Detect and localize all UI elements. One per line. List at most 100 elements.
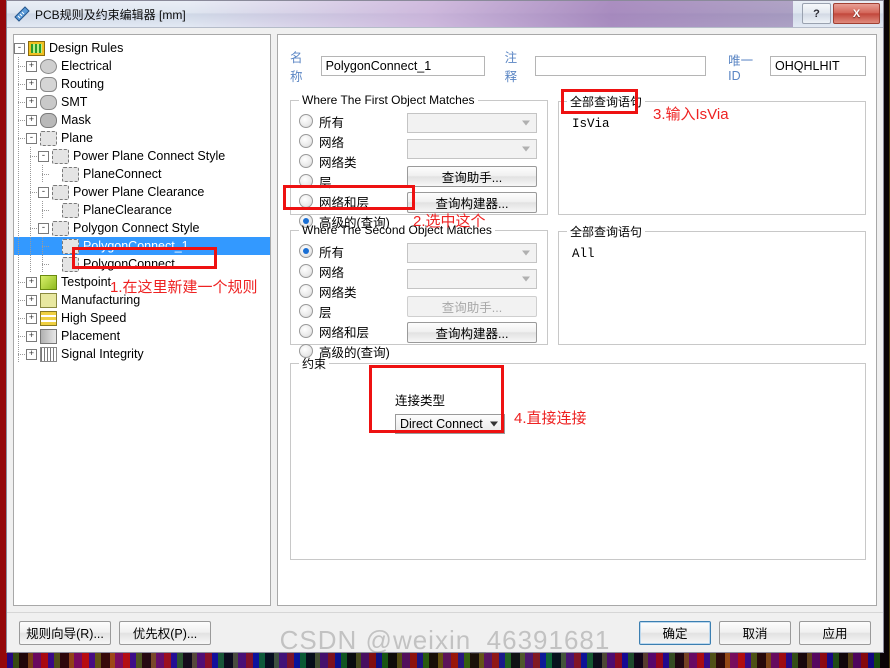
tree-item[interactable]: + SMT bbox=[14, 93, 270, 111]
tree-item-label: PolygonConnect_1 bbox=[83, 239, 189, 253]
name-label: 名称 bbox=[290, 51, 303, 84]
radio-icon[interactable] bbox=[299, 264, 313, 278]
cancel-button[interactable]: 取消 bbox=[719, 620, 791, 645]
name-input[interactable] bbox=[320, 56, 485, 76]
second-object-query-text[interactable]: All bbox=[567, 244, 857, 340]
collapse-icon[interactable]: - bbox=[38, 186, 49, 198]
comment-input[interactable] bbox=[535, 56, 707, 76]
tree-item-label: Plane bbox=[61, 131, 93, 145]
chevron-down-icon bbox=[522, 276, 530, 282]
tree-indent-guide bbox=[26, 183, 38, 201]
tree-item[interactable]: + Electrical bbox=[14, 57, 270, 75]
radio-icon[interactable] bbox=[299, 304, 313, 318]
radio-icon[interactable] bbox=[299, 324, 313, 338]
ok-button[interactable]: 确定 bbox=[639, 620, 711, 645]
plane-icon bbox=[52, 148, 69, 164]
radio-icon[interactable] bbox=[299, 194, 313, 208]
first-object-query-legend: 全部查询语句 bbox=[570, 95, 643, 109]
apply-button[interactable]: 应用 bbox=[799, 620, 871, 645]
first-object-netclass-combo[interactable] bbox=[407, 139, 537, 159]
title-bar: PCB规则及约束编辑器 [mm] ? X bbox=[7, 1, 883, 28]
window-title: PCB规则及约束编辑器 [mm] bbox=[35, 7, 186, 22]
rules-tree[interactable]: - Design Rules + Electrical + Routing + SMT + Mas… bbox=[14, 39, 270, 363]
expand-icon[interactable]: + bbox=[26, 330, 37, 342]
tree-indent-guide bbox=[14, 291, 26, 309]
tree-item[interactable]: - Polygon Connect Style bbox=[14, 219, 270, 237]
tree-item[interactable]: + Signal Integrity bbox=[14, 345, 270, 363]
radio-icon[interactable] bbox=[299, 114, 313, 128]
tree-indent-guide bbox=[14, 219, 26, 237]
second-object-option-label: 网络 bbox=[319, 265, 345, 280]
tree-indent-guide bbox=[38, 237, 50, 255]
rules-tree-panel[interactable]: - Design Rules + Electrical + Routing + SMT + Mas… bbox=[13, 34, 271, 606]
tree-item[interactable]: PolygonConnect bbox=[14, 255, 270, 273]
close-button[interactable]: X bbox=[833, 3, 880, 24]
tree-indent-guide bbox=[14, 75, 26, 93]
tree-item[interactable]: - Power Plane Clearance bbox=[14, 183, 270, 201]
chevron-down-icon bbox=[522, 250, 530, 256]
second-object-query-group: 全部查询语句 All bbox=[558, 223, 866, 345]
help-button[interactable]: ? bbox=[802, 3, 831, 24]
unique-id-label: 唯一ID bbox=[728, 53, 754, 83]
tree-item[interactable]: PlaneConnect bbox=[14, 165, 270, 183]
ruler-icon bbox=[14, 6, 30, 22]
tree-item[interactable]: + Mask bbox=[14, 111, 270, 129]
second-object-option-label: 层 bbox=[319, 305, 332, 320]
plane-icon bbox=[62, 238, 79, 254]
tree-indent-guide bbox=[26, 255, 38, 273]
collapse-icon[interactable]: - bbox=[14, 42, 25, 54]
second-object-net-combo[interactable] bbox=[407, 243, 537, 263]
expand-icon[interactable]: + bbox=[26, 96, 37, 108]
radio-icon[interactable] bbox=[299, 244, 313, 258]
plane-icon bbox=[52, 184, 69, 200]
first-object-query-helper-button[interactable]: 查询助手... bbox=[407, 166, 537, 187]
tree-item[interactable]: + High Speed bbox=[14, 309, 270, 327]
plane-icon bbox=[62, 202, 79, 218]
tree-indent-guide bbox=[14, 93, 26, 111]
first-object-net-combo[interactable] bbox=[407, 113, 537, 133]
expand-icon[interactable]: + bbox=[26, 78, 37, 90]
expand-icon[interactable]: + bbox=[26, 60, 37, 72]
tree-item[interactable]: - Design Rules bbox=[14, 39, 270, 57]
tree-item[interactable]: PolygonConnect_1 bbox=[14, 237, 270, 255]
second-object-query-builder-button[interactable]: 查询构建器... bbox=[407, 322, 537, 343]
tree-indent-guide bbox=[26, 201, 38, 219]
tree-indent-guide bbox=[26, 237, 38, 255]
priority-button[interactable]: 优先权(P)... bbox=[119, 620, 211, 645]
tree-indent-guide bbox=[14, 237, 26, 255]
second-object-query-helper-button: 查询助手... bbox=[407, 296, 537, 317]
expand-icon[interactable]: + bbox=[26, 312, 37, 324]
expand-icon[interactable]: + bbox=[26, 114, 37, 126]
radio-icon[interactable] bbox=[299, 284, 313, 298]
tree-item[interactable]: + Placement bbox=[14, 327, 270, 345]
expand-icon[interactable]: + bbox=[26, 294, 37, 306]
testpoint-icon bbox=[40, 274, 57, 290]
electrical-icon bbox=[40, 58, 57, 74]
expand-icon[interactable]: + bbox=[26, 348, 37, 360]
tree-item-label: PolygonConnect bbox=[83, 257, 175, 271]
routing-icon bbox=[40, 76, 57, 92]
connect-style-combo[interactable]: Direct Connect bbox=[395, 414, 505, 434]
tree-item-label: Polygon Connect Style bbox=[73, 221, 200, 235]
second-object-netclass-combo[interactable] bbox=[407, 269, 537, 289]
mask-icon bbox=[40, 112, 57, 128]
radio-icon[interactable] bbox=[299, 174, 313, 188]
collapse-icon[interactable]: - bbox=[38, 150, 49, 162]
first-object-query-text[interactable]: IsVia bbox=[567, 114, 857, 210]
tree-item[interactable]: - Power Plane Connect Style bbox=[14, 147, 270, 165]
tree-item[interactable]: - Plane bbox=[14, 129, 270, 147]
constraint-group: 约束 连接类型 Direct Connect bbox=[290, 355, 866, 560]
radio-icon[interactable] bbox=[299, 134, 313, 148]
tree-item-label: Electrical bbox=[61, 59, 112, 73]
tree-item[interactable]: PlaneClearance bbox=[14, 201, 270, 219]
expand-icon[interactable]: + bbox=[26, 276, 37, 288]
tree-indent-guide bbox=[14, 129, 26, 147]
collapse-icon[interactable]: - bbox=[38, 222, 49, 234]
rule-wizard-button[interactable]: 规则向导(R)... bbox=[19, 620, 111, 645]
collapse-icon[interactable]: - bbox=[26, 132, 37, 144]
plane-icon bbox=[62, 166, 79, 182]
unique-id-input[interactable] bbox=[770, 56, 867, 76]
tree-item[interactable]: + Routing bbox=[14, 75, 270, 93]
radio-icon[interactable] bbox=[299, 154, 313, 168]
